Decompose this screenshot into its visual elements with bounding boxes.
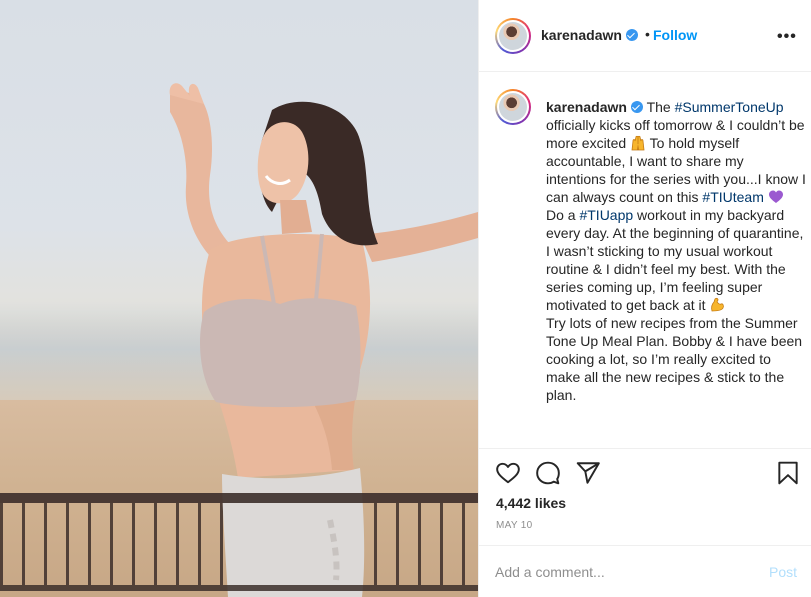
post-header: karenadawn • Follow ••• (479, 0, 811, 72)
comment-input[interactable] (495, 563, 745, 581)
caption-segment: Do a (546, 207, 580, 223)
post-date[interactable]: MAY 10 (496, 520, 532, 531)
caption-text: karenadawn The #SummerToneUp officially … (546, 98, 806, 404)
caption-username[interactable]: karenadawn (546, 99, 627, 115)
bookmark-icon[interactable] (775, 460, 801, 486)
author-username[interactable]: karenadawn (541, 27, 638, 43)
photo-railing-top (0, 493, 478, 503)
post-side-panel: karenadawn • Follow ••• karenadawn The #… (478, 0, 811, 597)
caption-segment: The (642, 99, 675, 115)
separator-dot: • (645, 26, 650, 42)
flexed-biceps-emoji (711, 297, 725, 312)
caption-avatar[interactable] (495, 89, 531, 125)
verified-icon (630, 101, 643, 113)
photo-woman-figure (169, 83, 478, 597)
avatar[interactable] (495, 18, 531, 54)
follow-button[interactable]: Follow (653, 27, 697, 43)
author-username-text[interactable]: karenadawn (541, 27, 622, 43)
more-options-icon[interactable]: ••• (777, 28, 797, 46)
post-photo[interactable] (0, 0, 478, 597)
purple-heart-emoji (768, 190, 783, 203)
caption-segment: Try lots of new recipes from the Summer … (546, 315, 803, 403)
heart-icon[interactable] (495, 460, 521, 486)
post-comment-button[interactable]: Post (769, 564, 797, 580)
caption-area[interactable]: karenadawn The #SummerToneUp officially … (479, 73, 811, 448)
comment-bar: Post (479, 545, 811, 597)
hashtag-tiuapp[interactable]: #TIUapp (579, 207, 633, 223)
photo-railing-bottom (0, 585, 478, 591)
raised-hands-emoji (631, 135, 645, 151)
comment-icon[interactable] (535, 460, 561, 486)
share-icon[interactable] (575, 460, 601, 486)
hashtag-tiuteam[interactable]: #TIUteam (702, 189, 763, 205)
likes-count[interactable]: 4,442 likes (496, 495, 566, 511)
verified-icon (625, 29, 638, 41)
hashtag-summertoneup[interactable]: #SummerToneUp (675, 99, 784, 115)
